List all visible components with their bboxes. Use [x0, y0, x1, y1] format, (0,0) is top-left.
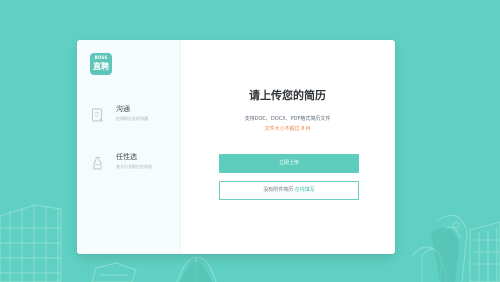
upload-heading: 请上传您的简历: [249, 89, 326, 102]
logo-top-text: BOSS: [94, 55, 108, 60]
feature-title-communication: 沟通: [116, 105, 130, 113]
supported-formats-text: 支持DOC、DOCX、PDF格式简历文件: [244, 116, 331, 122]
feature-title-choice: 任性选: [116, 153, 137, 161]
feature-sidebar: BOSS 直聘 沟通 在线职位及时沟通 任性选 各大行业职位任你选: [77, 40, 181, 254]
online-fill-link[interactable]: 在线填写: [295, 187, 315, 193]
upload-resume-button[interactable]: 立即上传: [219, 154, 359, 173]
resume-upload-dialog: BOSS 直聘 沟通 在线职位及时沟通 任性选 各大行业职位任你选 请上传您的简…: [77, 40, 395, 254]
feature-choice: 任性选 各大行业职位任你选: [89, 153, 175, 175]
feature-communication: 沟通 在线职位及时沟通: [89, 105, 175, 127]
feature-description-choice: 各大行业职位任你选: [116, 164, 152, 169]
online-resume-button[interactable]: 没有附件简历 在线填写: [219, 181, 359, 200]
boss-logo-icon: BOSS 直聘: [90, 53, 112, 75]
file-size-limit-text: 文件大小不超过 8 M: [264, 126, 311, 132]
no-attachment-text: 没有附件简历: [263, 187, 294, 193]
feature-description-communication: 在线职位及时沟通: [116, 116, 148, 121]
bottle-icon: [93, 157, 102, 170]
chat-card-icon: [92, 108, 103, 122]
resume-upload-screen: BOSS 直聘 沟通 在线职位及时沟通 任性选 各大行业职位任你选 请上传您的简…: [0, 0, 500, 282]
logo-bottom-text: 直聘: [93, 62, 109, 71]
